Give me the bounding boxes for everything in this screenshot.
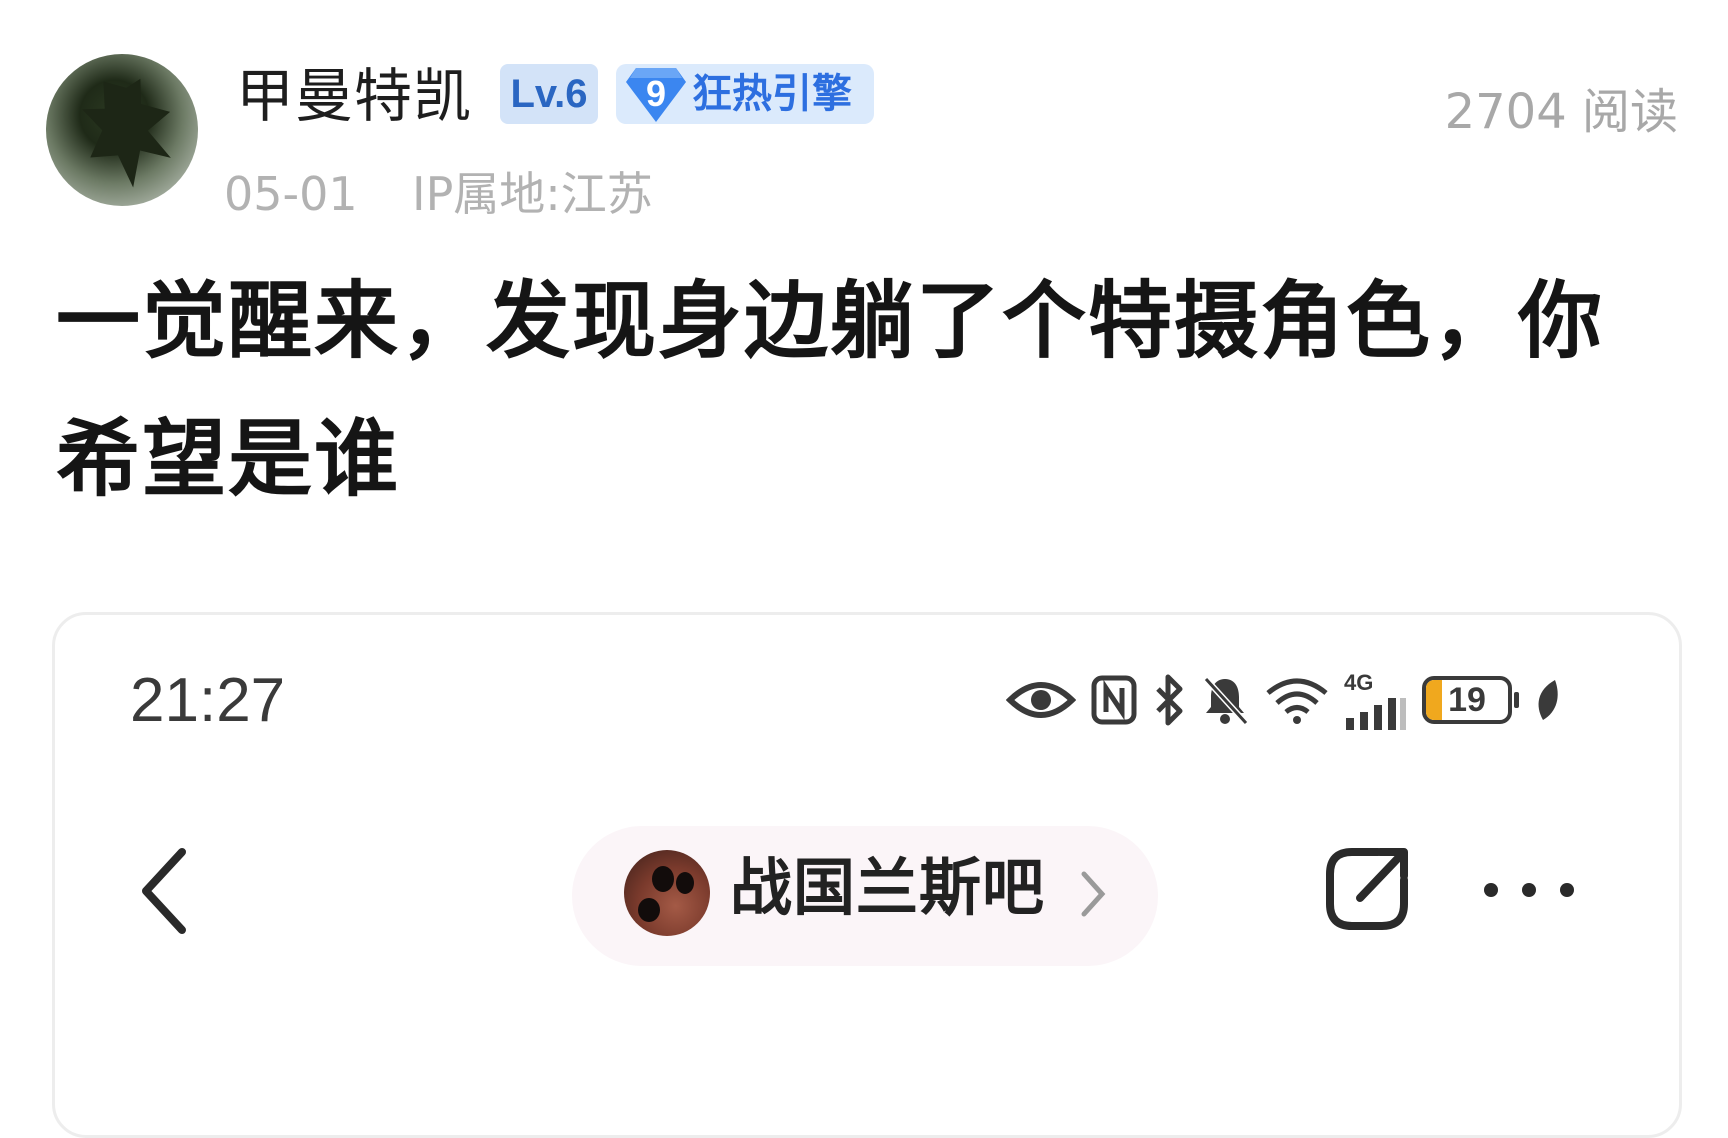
wifi-icon — [1264, 675, 1330, 725]
avatar-image — [69, 65, 189, 197]
author-avatar[interactable] — [46, 54, 198, 206]
battery-fill — [1426, 680, 1442, 720]
ip-location: IP属地:江苏 — [412, 167, 653, 221]
forum-avatar — [624, 850, 710, 936]
signal-icon: 4G — [1344, 670, 1408, 730]
level-badge: Lv.6 — [500, 64, 598, 124]
battery-icon: 19 — [1422, 676, 1512, 724]
author-name[interactable]: 甲曼特凯 — [236, 58, 472, 134]
battery-tip — [1514, 692, 1519, 708]
nfc-icon — [1090, 674, 1138, 726]
back-arrow-icon[interactable] — [134, 846, 194, 936]
eye-icon — [1006, 676, 1076, 724]
fan-badge-number: 9 — [645, 73, 667, 114]
bluetooth-icon — [1152, 673, 1186, 727]
mute-bell-icon — [1200, 673, 1250, 727]
post-date: 05-01 — [224, 167, 358, 221]
fan-badge-label: 狂热引擎 — [692, 71, 852, 117]
forum-name[interactable]: 战国兰斯吧 — [730, 848, 1045, 928]
battery-level: 19 — [1448, 681, 1486, 719]
network-type: 4G — [1344, 670, 1374, 695]
read-count: 2704 阅读 — [1444, 84, 1678, 140]
more-options-icon[interactable] — [1484, 880, 1574, 900]
post-title: 一觉醒来，发现身边躺了个特摄角色，你希望是谁 — [56, 272, 1605, 508]
share-icon[interactable] — [1318, 840, 1416, 938]
status-time: 21:27 — [130, 666, 286, 735]
leaf-icon — [1533, 678, 1561, 722]
status-icons: 4G 19 — [1006, 664, 1606, 736]
chevron-right-icon — [1081, 871, 1106, 917]
